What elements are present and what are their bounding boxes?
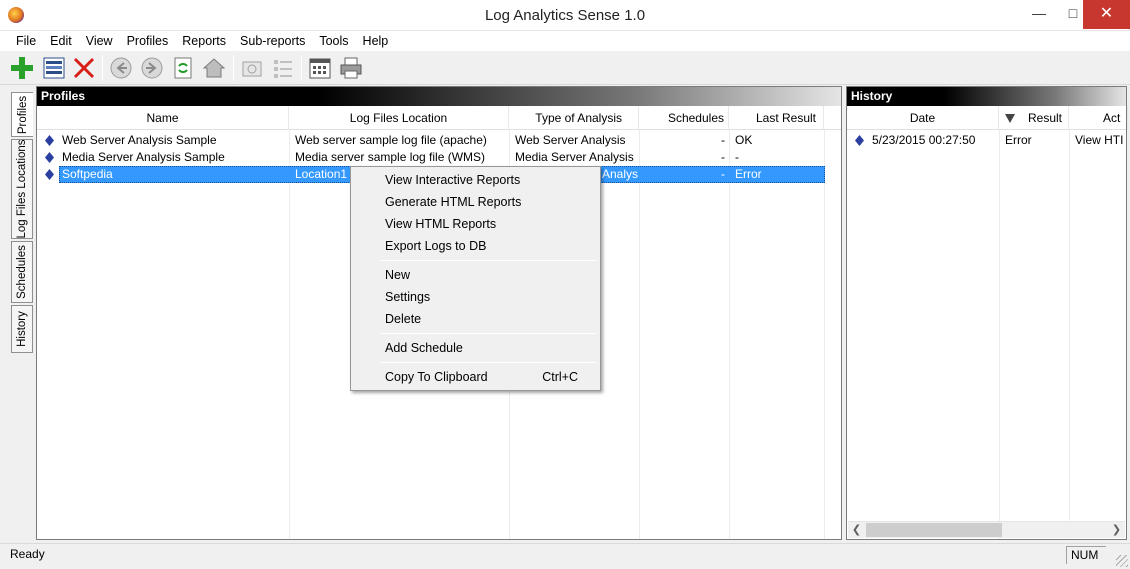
table-row[interactable]: Media Server Analysis Sample Media serve… [37, 149, 825, 166]
cell-name: Media Server Analysis Sample [62, 150, 225, 164]
resize-grip-icon[interactable] [1116, 555, 1128, 567]
window-title: Log Analytics Sense 1.0 [484, 7, 646, 24]
forward-icon[interactable] [139, 55, 165, 81]
status-text: Ready [10, 547, 45, 561]
calendar-icon[interactable] [307, 55, 333, 81]
cell-type: Web Server Analysis [515, 133, 626, 147]
cell-result: Error [1005, 133, 1032, 147]
diamond-icon [45, 152, 54, 163]
column-header-type[interactable]: Type of Analysis [509, 106, 639, 130]
cell-action: View HTI [1075, 133, 1124, 147]
cell-location: Web server sample log file (apache) [295, 133, 487, 147]
list-icon[interactable] [41, 55, 67, 81]
status-bar: Ready NUM [0, 543, 1130, 569]
menu-separator [380, 333, 597, 334]
menu-tools[interactable]: Tools [312, 31, 355, 51]
menu-profiles[interactable]: Profiles [120, 31, 176, 51]
table-row[interactable]: Web Server Analysis Sample Web server sa… [37, 132, 825, 149]
diamond-icon [45, 135, 54, 146]
cell-result: OK [735, 133, 753, 147]
num-lock-indicator: NUM [1066, 546, 1106, 564]
menu-export-logs-to-db[interactable]: Export Logs to DB [385, 237, 486, 255]
menu-separator [380, 362, 597, 363]
grid-line [289, 130, 290, 539]
shortcut-copy: Ctrl+C [542, 370, 578, 384]
tab-profiles[interactable]: Profiles [11, 92, 33, 137]
cell-location: Media server sample log file (WMS) [295, 150, 486, 164]
menu-settings[interactable]: Settings [385, 288, 430, 306]
title-bar: Log Analytics Sense 1.0 — □ ✕ [0, 0, 1130, 31]
camera-icon[interactable] [239, 55, 265, 81]
column-header-last-result[interactable]: Last Result [729, 106, 824, 130]
back-icon[interactable] [108, 55, 134, 81]
history-panel: History Date Result Act 5/23/2015 00:27:… [846, 86, 1128, 540]
context-menu: View Interactive Reports Generate HTML R… [350, 166, 601, 391]
diamond-icon [45, 169, 54, 180]
menu-help[interactable]: Help [356, 31, 396, 51]
history-panel-title: History [847, 87, 1126, 106]
cell-type: Analysis [602, 167, 638, 181]
cell-name: Web Server Analysis Sample [62, 133, 217, 147]
profiles-panel-title: Profiles [37, 87, 841, 106]
profiles-column-headers: Name Log Files Location Type of Analysis… [37, 106, 841, 130]
menu-new[interactable]: New [385, 266, 410, 284]
menu-add-schedule[interactable]: Add Schedule [385, 339, 463, 357]
cell-name: Softpedia [62, 167, 113, 181]
home-icon[interactable] [201, 55, 227, 81]
sort-down-icon [1005, 114, 1015, 123]
grid-line [639, 130, 640, 539]
close-button[interactable]: ✕ [1083, 0, 1130, 29]
cell-schedules: - [721, 150, 725, 164]
toolbar-separator [233, 55, 234, 81]
cell-type: Media Server Analysis [515, 150, 634, 164]
menu-separator [380, 260, 597, 261]
column-header-schedules[interactable]: Schedules [639, 106, 729, 130]
menu-copy-to-clipboard[interactable]: Copy To Clipboard [385, 368, 488, 386]
tab-log-files-locations[interactable]: Log Files Locations [11, 139, 33, 239]
menu-view-html-reports[interactable]: View HTML Reports [385, 215, 496, 233]
diamond-icon [855, 135, 864, 146]
menu-view-interactive-reports[interactable]: View Interactive Reports [385, 171, 520, 189]
minimize-button[interactable]: — [1022, 0, 1056, 29]
menu-file[interactable]: File [9, 31, 43, 51]
menu-reports[interactable]: Reports [175, 31, 233, 51]
cell-result: - [735, 150, 739, 164]
cell-date: 5/23/2015 00:27:50 [872, 133, 976, 147]
cell-result: Error [735, 167, 762, 181]
history-column-headers: Date Result Act [847, 106, 1128, 130]
print-icon[interactable] [338, 55, 364, 81]
add-icon[interactable] [9, 55, 35, 81]
menu-view[interactable]: View [79, 31, 120, 51]
toolbar [0, 51, 1130, 85]
checklist-icon[interactable] [270, 55, 296, 81]
scroll-right-icon[interactable]: ❯ [1108, 522, 1125, 538]
column-header-date[interactable]: Date [847, 106, 999, 130]
table-row[interactable]: 5/23/2015 00:27:50 Error View HTI [847, 132, 1126, 149]
grid-line [1069, 130, 1070, 539]
cell-schedules: - [721, 167, 725, 181]
grid-line [824, 130, 825, 539]
delete-icon[interactable] [71, 55, 97, 81]
grid-line [999, 130, 1000, 539]
grid-line [729, 130, 730, 539]
tab-schedules[interactable]: Schedules [11, 241, 33, 303]
column-header-name[interactable]: Name [37, 106, 289, 130]
history-horizontal-scrollbar[interactable]: ❮ ❯ [848, 521, 1125, 538]
scrollbar-thumb[interactable] [866, 523, 1002, 537]
toolbar-separator [301, 55, 302, 81]
tab-history[interactable]: History [11, 305, 33, 353]
menu-sub-reports[interactable]: Sub-reports [233, 31, 312, 51]
column-header-location[interactable]: Log Files Location [289, 106, 509, 130]
refresh-icon[interactable] [170, 55, 196, 81]
menu-bar: File Edit View Profiles Reports Sub-repo… [0, 31, 1130, 51]
menu-delete[interactable]: Delete [385, 310, 421, 328]
menu-edit[interactable]: Edit [43, 31, 79, 51]
cell-schedules: - [721, 133, 725, 147]
toolbar-separator [102, 55, 103, 81]
column-header-result[interactable]: Result [999, 106, 1069, 130]
menu-generate-html-reports[interactable]: Generate HTML Reports [385, 193, 521, 211]
scroll-left-icon[interactable]: ❮ [848, 522, 865, 538]
column-header-action[interactable]: Act [1069, 106, 1128, 130]
